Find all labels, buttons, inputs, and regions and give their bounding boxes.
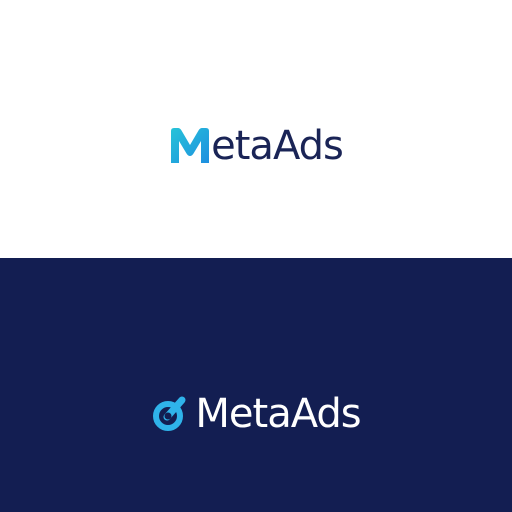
brand-wordmark: etaAds [211, 123, 344, 169]
brand-wordmark-dark: MetaAds [195, 391, 361, 437]
logo-light-version: etaAds [0, 116, 512, 176]
gauge-icon [153, 396, 186, 431]
stylized-m-icon [171, 128, 210, 163]
logo-presentation: etaAds MetaAds [0, 0, 512, 512]
logo-dark-version: MetaAds [0, 384, 512, 444]
